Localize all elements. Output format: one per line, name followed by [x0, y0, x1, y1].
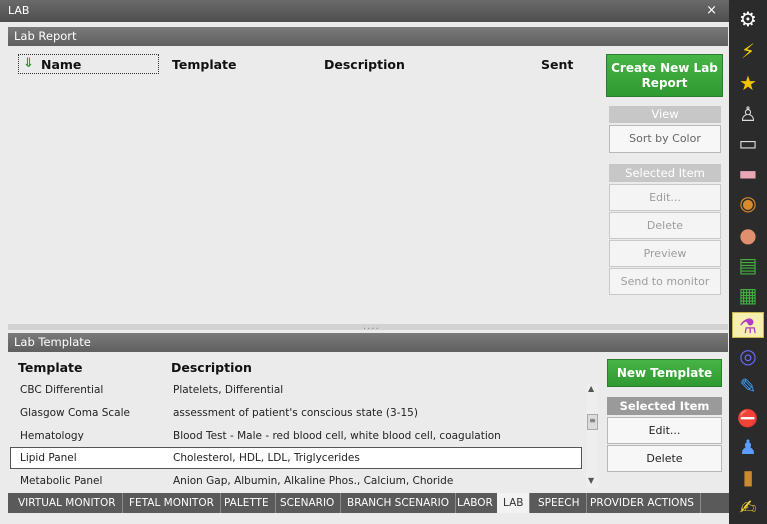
sent-column-header[interactable]: Sent	[541, 57, 573, 72]
tab-labor[interactable]: LABOR	[451, 493, 500, 513]
table-row[interactable]: CBC Differential Platelets, Differential	[10, 379, 582, 401]
people-icon[interactable]: ♟	[734, 434, 762, 460]
sort-by-color-button[interactable]: Sort by Color	[609, 125, 721, 153]
close-icon[interactable]: ×	[706, 3, 717, 18]
table-row-selected[interactable]: Lipid Panel Cholesterol, HDL, LDL, Trigly…	[10, 447, 582, 469]
tab-fetal-monitor[interactable]: FETAL MONITOR	[123, 493, 221, 513]
preview-button[interactable]: Preview	[609, 240, 721, 267]
syringe-icon[interactable]: ✎	[734, 373, 762, 399]
tab-lab[interactable]: LAB	[497, 493, 531, 513]
description-column-header[interactable]: Description	[171, 360, 252, 375]
scroll-thumb[interactable]: ≡	[587, 414, 598, 430]
template-list-scrollbar[interactable]: ▲ ≡ ▼	[586, 384, 598, 488]
vertical-tree-icon[interactable]: ▤	[734, 252, 762, 278]
syringe-glyph: ✎	[739, 374, 757, 398]
scroll-down-icon[interactable]: ▼	[588, 476, 594, 485]
template-column-header[interactable]: Template	[172, 57, 237, 72]
row-template: CBC Differential	[20, 384, 104, 396]
tab-provider-actions[interactable]: PROVIDER ACTIONS	[584, 493, 701, 513]
star-icon[interactable]: ★	[734, 70, 762, 96]
tab-palette[interactable]: PALETTE	[218, 493, 276, 513]
network-icon[interactable]: ▦	[734, 282, 762, 308]
tab-scenario[interactable]: SCENARIO	[274, 493, 342, 513]
note-edit-icon[interactable]: ✍	[734, 494, 762, 520]
new-template-button[interactable]: New Template	[607, 359, 722, 387]
headset-glyph: ◎	[739, 344, 757, 368]
edit-button[interactable]: Edit...	[609, 184, 721, 211]
window-title: LAB	[8, 4, 30, 17]
table-row[interactable]: Glasgow Coma Scale assessment of patient'…	[10, 402, 582, 424]
stop-hand-glyph: ⛔	[737, 409, 759, 429]
row-description: Anion Gap, Albumin, Alkaline Phos., Calc…	[173, 475, 454, 487]
network-glyph: ▦	[738, 283, 758, 307]
name-column-label: Name	[41, 57, 82, 72]
table-row[interactable]: Hematology Blood Test - Male - red blood …	[10, 425, 582, 447]
flask-icon[interactable]: ⚗	[732, 312, 764, 338]
splitter-grip-icon: ....	[363, 321, 380, 332]
table-row[interactable]: Metabolic Panel Anion Gap, Albumin, Alkal…	[10, 470, 582, 492]
template-column-header[interactable]: Template	[18, 360, 83, 375]
stop-hand-icon[interactable]: ⛔	[734, 404, 762, 430]
delete-button[interactable]: Delete	[609, 212, 721, 239]
star-glyph: ★	[739, 71, 757, 95]
view-group-header: View	[609, 106, 721, 123]
monitor-icon[interactable]: ▭	[734, 130, 762, 156]
right-toolbar: ⚙ ⚡ ★ ♙ ▭ ▬ ◉ ● ▤ ▦ ⚗ ◎ ✎ ⛔ ♟ ▮ ✍	[729, 0, 767, 524]
tab-speech[interactable]: SPEECH	[532, 493, 587, 513]
palette-icon[interactable]: ◉	[734, 190, 762, 216]
person-icon[interactable]: ♙	[734, 101, 762, 127]
sort-down-arrow-icon: ⇓	[23, 56, 34, 71]
row-description: Platelets, Differential	[173, 384, 284, 396]
person-glyph: ♙	[739, 102, 757, 126]
monitor-glyph: ▭	[738, 131, 758, 155]
row-description: Cholesterol, HDL, LDL, Triglycerides	[173, 452, 360, 464]
row-template: Hematology	[20, 430, 84, 442]
book-glyph: ▮	[742, 465, 754, 489]
description-column-header[interactable]: Description	[324, 57, 405, 72]
lab-report-panel: ⇓ Name Template Description Sent Create …	[8, 46, 729, 324]
lab-template-header: Lab Template	[8, 333, 728, 352]
pink-monitor-icon[interactable]: ▬	[734, 160, 762, 186]
send-to-monitor-button[interactable]: Send to monitor	[609, 268, 721, 295]
lightning-icon[interactable]: ⚡	[734, 38, 762, 64]
people-glyph: ♟	[739, 435, 757, 459]
row-template: Lipid Panel	[20, 452, 77, 464]
headset-icon[interactable]: ◎	[734, 343, 762, 369]
note-edit-glyph: ✍	[739, 495, 757, 519]
book-icon[interactable]: ▮	[734, 464, 762, 490]
scroll-up-icon[interactable]: ▲	[588, 384, 594, 393]
row-template: Glasgow Coma Scale	[20, 407, 130, 419]
row-description: Blood Test - Male - red blood cell, whit…	[173, 430, 501, 442]
gear-glyph: ⚙	[739, 7, 757, 31]
bottom-tab-bar: VIRTUAL MONITOR FETAL MONITOR PALETTE SC…	[8, 493, 729, 513]
delete-template-button[interactable]: Delete	[607, 445, 722, 472]
pink-monitor-glyph: ▬	[738, 161, 758, 185]
row-description: assessment of patient's conscious state …	[173, 407, 418, 419]
window-titlebar: LAB ×	[0, 0, 729, 22]
lab-window: LAB × Lab Report ⇓ Name Template Descrip…	[0, 0, 729, 524]
lab-template-panel: Template Description CBC Differential Pla…	[0, 352, 729, 493]
panel-splitter[interactable]: ....	[8, 321, 728, 332]
palette-glyph: ◉	[739, 191, 757, 215]
name-column-header[interactable]: ⇓ Name	[18, 54, 159, 74]
tab-virtual-monitor[interactable]: VIRTUAL MONITOR	[12, 493, 123, 513]
ear-glyph: ●	[739, 223, 757, 247]
ear-icon[interactable]: ●	[734, 222, 762, 248]
create-new-lab-report-button[interactable]: Create New Lab Report	[606, 54, 723, 97]
selected-item-group-header: Selected Item	[609, 164, 721, 182]
tab-branch-scenario[interactable]: BRANCH SCENARIO	[341, 493, 457, 513]
row-template: Metabolic Panel	[20, 475, 103, 487]
flask-glyph: ⚗	[739, 314, 757, 338]
vertical-tree-glyph: ▤	[738, 253, 758, 277]
lightning-glyph: ⚡	[740, 39, 756, 63]
edit-template-button[interactable]: Edit...	[607, 417, 722, 444]
gear-icon[interactable]: ⚙	[734, 6, 762, 32]
lab-report-header: Lab Report	[8, 27, 728, 46]
selected-item-group-header: Selected Item	[607, 397, 722, 415]
